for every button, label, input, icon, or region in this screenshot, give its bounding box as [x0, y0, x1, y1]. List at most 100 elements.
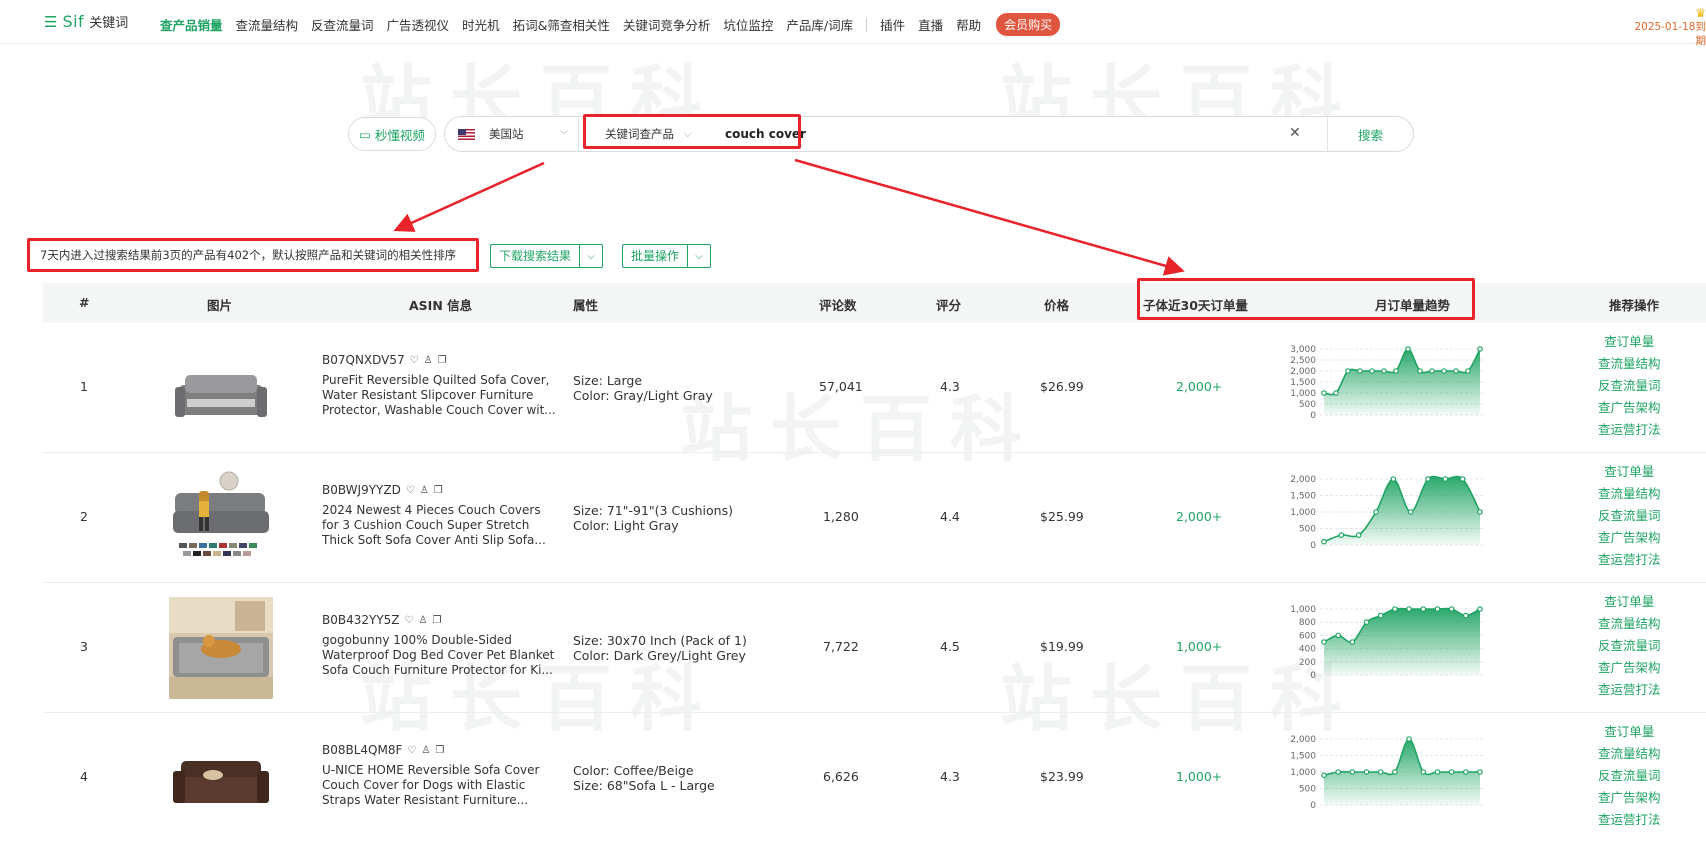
- nav-item-keyword-competition[interactable]: 关键词竞争分析: [623, 15, 711, 34]
- trend-point: [1406, 606, 1412, 612]
- action-link[interactable]: 反查流量词: [1598, 637, 1661, 654]
- action-link[interactable]: 查流量结构: [1598, 355, 1661, 372]
- table-row[interactable]: 2 B0BWJ9YYZD ♡ ♙ ❐ 2024 Newest 4 Pieces …: [43, 453, 1706, 583]
- annotation-arrow-right: [794, 158, 1185, 276]
- menu-icon[interactable]: ☰: [44, 13, 57, 31]
- batch-operation-button[interactable]: 批量操作 ⌵: [622, 244, 712, 268]
- logo[interactable]: ☰ Sif 关键词: [44, 12, 128, 31]
- action-link[interactable]: 查订单量: [1604, 723, 1654, 740]
- y-tick-label: 2,000: [1290, 735, 1316, 745]
- asin[interactable]: B07QNXDV57: [322, 353, 405, 367]
- trend-chart[interactable]: 1,000 800 600 400 200 0: [1276, 605, 1488, 686]
- result-summary: 7天内进入过搜索结果前3页的产品有402个，默认按照产品和关键词的相关性排序: [40, 248, 457, 262]
- action-link[interactable]: 查广告架构: [1598, 789, 1661, 806]
- col-reviews[interactable]: 评论数: [819, 295, 857, 314]
- product-image[interactable]: [169, 467, 273, 569]
- order-count: 2,000+: [1176, 509, 1223, 524]
- action-link[interactable]: 查运营打法: [1598, 811, 1661, 828]
- copy-icon[interactable]: ❐: [432, 615, 441, 626]
- action-link[interactable]: 查运营打法: [1598, 681, 1661, 698]
- product-title[interactable]: 2024 Newest 4 Pieces Couch Covers for 3 …: [322, 503, 562, 548]
- action-link[interactable]: 反查流量词: [1598, 507, 1661, 524]
- nav-item-traffic-structure[interactable]: 查流量结构: [236, 15, 299, 34]
- site-select[interactable]: 美国站 ⌵: [445, 117, 579, 151]
- copy-icon[interactable]: ❐: [438, 355, 447, 366]
- title-line: Water Resistant Slipcover Furniture: [322, 388, 534, 402]
- attribute-line: Color: Gray/Light Gray: [573, 388, 713, 403]
- table-row[interactable]: 1 B07QNXDV57 ♡ ♙ ❐ PureFit Reversible Qu…: [43, 323, 1706, 453]
- asin[interactable]: B0B432YY5Z: [322, 613, 400, 627]
- product-image[interactable]: [169, 597, 273, 699]
- product-image[interactable]: [169, 727, 273, 829]
- product-title[interactable]: gogobunny 100% Double-Sided Waterproof D…: [322, 633, 562, 678]
- nav-item-sales[interactable]: 查产品销量: [160, 15, 223, 34]
- col-30day-orders[interactable]: 子体近30天订单量: [1143, 295, 1248, 314]
- action-link[interactable]: 查订单量: [1604, 333, 1654, 350]
- asin[interactable]: B08BL4QM8F: [322, 743, 402, 757]
- nav-item-help[interactable]: 帮助: [956, 15, 981, 34]
- table-row[interactable]: 3 B0B432YY5Z ♡ ♙ ❐ gogobunny 100% Double…: [43, 583, 1706, 713]
- keyword-input[interactable]: [713, 117, 1273, 151]
- trend-point: [1390, 476, 1397, 482]
- action-link[interactable]: 查广告架构: [1598, 529, 1661, 546]
- nav-item-live[interactable]: 直播: [918, 15, 943, 34]
- action-link[interactable]: 查广告架构: [1598, 659, 1661, 676]
- vip-purchase-button[interactable]: 会员购买: [996, 13, 1061, 36]
- action-link[interactable]: 查流量结构: [1598, 745, 1661, 762]
- y-tick-label: 1,000: [1290, 768, 1316, 778]
- action-link[interactable]: 查订单量: [1604, 593, 1654, 610]
- amazon-icon[interactable]: ♙: [419, 615, 428, 626]
- chevron-down-icon[interactable]: ⌵: [688, 251, 710, 262]
- product-title[interactable]: U-NICE HOME Reversible Sofa Cover Couch …: [322, 763, 562, 808]
- nav-item-keyword-expand[interactable]: 拓词&筛查相关性: [513, 15, 610, 34]
- trend-chart[interactable]: 3,000 2,500 2,000 1,500 1,000 500 0: [1276, 345, 1488, 426]
- action-link[interactable]: 查订单量: [1604, 463, 1654, 480]
- favorite-icon[interactable]: ♡: [406, 485, 415, 496]
- nav-item-slot-monitor[interactable]: 坑位监控: [723, 15, 773, 34]
- product-attributes: Size: Large Color: Gray/Light Gray: [573, 373, 713, 403]
- nav-item-plugin[interactable]: 插件: [880, 15, 905, 34]
- action-link[interactable]: 查运营打法: [1598, 551, 1661, 568]
- action-link[interactable]: 反查流量词: [1598, 767, 1661, 784]
- table-row[interactable]: 4 B08BL4QM8F ♡ ♙ ❐ U-NICE HOME Reversibl…: [43, 713, 1706, 842]
- search-button[interactable]: 搜索: [1327, 117, 1413, 151]
- action-link[interactable]: 反查流量词: [1598, 377, 1661, 394]
- video-guide-button[interactable]: ▭ 秒懂视频: [348, 117, 436, 151]
- action-link[interactable]: 查流量结构: [1598, 615, 1661, 632]
- col-actions: 推荐操作: [1609, 298, 1660, 313]
- amazon-icon[interactable]: ♙: [424, 355, 433, 366]
- amazon-icon[interactable]: ♙: [421, 745, 430, 756]
- trend-chart[interactable]: 2,000 1,500 1,000 500 0: [1276, 475, 1488, 556]
- nav-item-product-library[interactable]: 产品库/词库: [786, 15, 853, 34]
- title-line: Straps Water Resistant Furniture...: [322, 793, 529, 807]
- nav-item-ad-insight[interactable]: 广告透视仪: [387, 15, 450, 34]
- actions-list: 查订单量查流量结构反查流量词查广告架构查运营打法: [1598, 463, 1661, 568]
- favorite-icon[interactable]: ♡: [410, 355, 419, 366]
- action-link[interactable]: 查流量结构: [1598, 485, 1661, 502]
- product-title[interactable]: PureFit Reversible Quilted Sofa Cover, W…: [322, 373, 562, 418]
- search-mode-select[interactable]: 关键词查产品 ⌵: [585, 117, 713, 151]
- col-price[interactable]: 价格: [1044, 295, 1069, 314]
- amazon-icon[interactable]: ♙: [420, 485, 429, 496]
- action-link[interactable]: 查运营打法: [1598, 421, 1661, 438]
- price: $23.99: [1040, 769, 1084, 784]
- copy-icon[interactable]: ❐: [434, 485, 443, 496]
- chevron-down-icon[interactable]: ⌵: [580, 251, 602, 262]
- favorite-icon[interactable]: ♡: [407, 745, 416, 756]
- trend-point: [1349, 639, 1356, 645]
- trend-point: [1369, 368, 1375, 374]
- trend-point: [1407, 509, 1414, 515]
- search-mode-value: 关键词查产品: [605, 127, 674, 141]
- action-link[interactable]: 查广告架构: [1598, 399, 1661, 416]
- product-image[interactable]: [169, 337, 273, 439]
- nav-item-reverse-keywords[interactable]: 反查流量词: [311, 15, 374, 34]
- trend-chart[interactable]: 2,000 1,500 1,000 500 0: [1276, 735, 1488, 816]
- asin[interactable]: B0BWJ9YYZD: [322, 483, 401, 497]
- download-results-button[interactable]: 下载搜索结果 ⌵: [490, 244, 604, 268]
- col-rating[interactable]: 评分: [936, 295, 961, 314]
- clear-icon[interactable]: ✕: [1289, 125, 1301, 141]
- copy-icon[interactable]: ❐: [435, 745, 444, 756]
- y-tick-label: 1,500: [1290, 752, 1316, 762]
- nav-item-time-machine[interactable]: 时光机: [462, 15, 500, 34]
- favorite-icon[interactable]: ♡: [405, 615, 414, 626]
